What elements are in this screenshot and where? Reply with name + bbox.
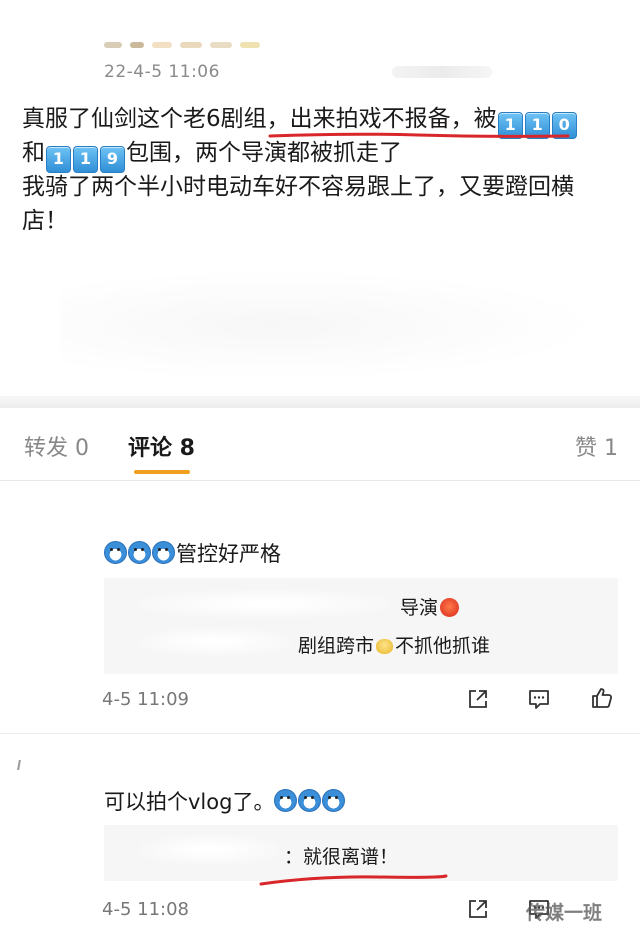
crying-emoji-icon <box>376 639 394 654</box>
tab-like[interactable]: 赞 1 <box>575 430 618 462</box>
like-icon[interactable] <box>590 686 614 710</box>
doge-emoji-icon <box>298 789 322 812</box>
blurred-source <box>392 66 492 78</box>
keycap-9-emoji: 9 <box>100 146 125 173</box>
post-text: 真服了仙剑这个老6剧组，出来拍戏不报备，被 1 1 0 和 1 1 9 包围，两个导演都被抓走… <box>22 102 622 238</box>
keycap-1-emoji: 1 <box>46 146 71 173</box>
comment-2-time: 4-5 11:08 <box>102 899 189 920</box>
comment-icon[interactable] <box>528 688 550 710</box>
blurred-text <box>140 628 290 656</box>
post-line-3: 我骑了两个半小时电动车好不容易跟上了，又要蹬回横 <box>22 174 574 200</box>
blurred-image <box>60 270 600 380</box>
comment-2-quote-line-1: ：就很离谱！ <box>284 846 399 868</box>
tabs-divider <box>0 480 640 481</box>
comment-2-text: 可以拍个vlog了。 <box>104 786 346 816</box>
keycap-1-emoji: 1 <box>73 146 98 173</box>
comment-1-time: 4-5 11:09 <box>102 689 189 710</box>
doge-emoji-icon <box>274 789 298 812</box>
watermark: 传媒一班 <box>526 902 603 924</box>
doge-emoji-icon <box>322 789 346 812</box>
doge-emoji-icon <box>128 541 151 564</box>
tab-active-indicator <box>134 470 190 474</box>
post-line-2: 和 1 1 9 包围，两个导演都被抓走了 <box>22 136 622 173</box>
angry-emoji-icon <box>440 598 460 617</box>
post-time: 22-4-5 11:06 <box>104 62 220 82</box>
tab-comment[interactable]: 评论 8 <box>128 430 195 462</box>
comment-1-quote-line-2: 剧组跨市 不抓他抓谁 <box>298 635 491 657</box>
doge-emoji-icon <box>152 541 175 564</box>
comment-1-text: 管控好严格 <box>104 538 281 568</box>
tab-repost[interactable]: 转发 0 <box>24 430 89 462</box>
blurred-username <box>104 40 294 50</box>
red-underline-mark <box>268 132 570 138</box>
blurred-text <box>140 590 390 618</box>
comment-1-quote-line-1: 导演 <box>400 593 460 620</box>
scroll-mark <box>17 760 21 770</box>
doge-emoji-icon <box>104 541 127 564</box>
share-icon[interactable] <box>467 898 489 920</box>
share-icon[interactable] <box>467 688 489 710</box>
blurred-text <box>140 835 280 865</box>
comment-divider <box>0 733 640 734</box>
post-line-4: 店！ <box>22 208 68 234</box>
red-underline-mark <box>259 874 448 886</box>
section-divider <box>0 396 640 408</box>
